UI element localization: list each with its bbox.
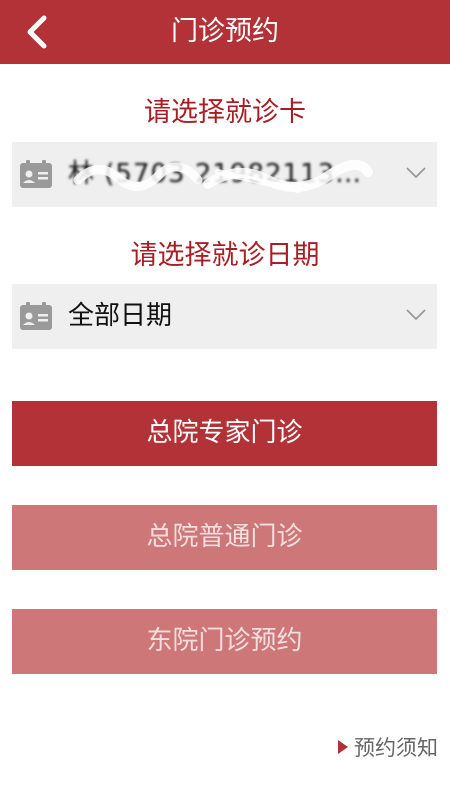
card-selected-value: 林 (5703 21982113… [68, 159, 363, 189]
id-card-icon [20, 160, 52, 188]
card-selector[interactable]: 林 (5703 21982113… [12, 142, 437, 207]
general-clinic-button[interactable]: 总院普通门诊 [12, 505, 437, 570]
booking-notice-link[interactable]: 预约须知 [338, 733, 438, 761]
date-selector[interactable]: 全部日期 [12, 284, 437, 349]
east-campus-booking-button[interactable]: 东院门诊预约 [12, 609, 437, 674]
id-card-icon [20, 302, 52, 330]
chevron-down-icon [406, 167, 426, 179]
app-header: 门诊预约 [0, 0, 450, 64]
date-selected-value: 全部日期 [68, 301, 173, 331]
booking-notice-label: 预约须知 [354, 736, 438, 760]
play-triangle-icon [338, 740, 348, 754]
back-arrow-icon [27, 15, 47, 49]
card-section-label: 请选择就诊卡 [144, 97, 306, 128]
page-title: 门诊预约 [171, 16, 279, 47]
chevron-down-icon [406, 309, 426, 321]
date-section-label: 请选择就诊日期 [130, 240, 320, 271]
back-button[interactable] [18, 12, 58, 52]
expert-clinic-button[interactable]: 总院专家门诊 [12, 401, 437, 466]
